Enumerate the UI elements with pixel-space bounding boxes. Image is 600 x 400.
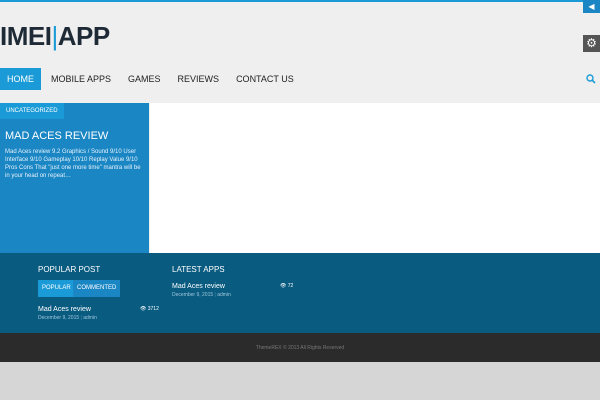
featured-post-excerpt: Mad Aces review 9.2 Graphics / Sound 9/1…	[5, 149, 141, 179]
top-accent-line	[0, 0, 600, 2]
popular-entry-title[interactable]: Mad Aces review	[38, 306, 91, 313]
tab-commented[interactable]: COMMENTED	[73, 280, 121, 297]
latest-entry-date: December 9, 2015	[172, 292, 214, 298]
gear-icon: ⚙	[586, 36, 597, 50]
sound-toggle-button[interactable]: ◀	[583, 0, 600, 13]
latest-entry-views: 👁 72	[280, 283, 293, 289]
eye-icon: 👁	[280, 283, 287, 289]
content-area	[150, 103, 600, 253]
tab-popular[interactable]: POPULAR	[38, 280, 75, 297]
nav-item-games[interactable]: GAMES	[121, 68, 168, 90]
logo-text-app: APP	[57, 21, 110, 51]
popular-views-count: 3712	[147, 306, 159, 312]
page-bottom	[0, 362, 600, 400]
latest-entry-author[interactable]: admin	[217, 292, 231, 298]
popular-entry-meta: December 9, 2015 | admin	[38, 315, 97, 321]
eye-icon: 👁	[140, 306, 147, 312]
popular-entry-date: December 9, 2015	[38, 315, 80, 321]
nav-item-contact-us[interactable]: CONTACT US	[229, 68, 301, 90]
settings-button[interactable]: ⚙	[583, 35, 600, 52]
popular-post-heading: POPULAR POST	[38, 265, 101, 274]
search-icon[interactable]	[586, 74, 596, 84]
speaker-icon: ◀	[588, 2, 595, 11]
latest-views-count: 72	[287, 283, 294, 289]
latest-entry-title[interactable]: Mad Aces review	[172, 283, 225, 290]
popular-entry-views: 👁 3712	[140, 306, 159, 312]
copyright-text: ThemeREX © 2013 All Rights Reserved	[255, 345, 345, 351]
site-logo[interactable]: IMEI|APP	[0, 22, 110, 50]
nav-item-mobile-apps[interactable]: MOBILE APPS	[44, 68, 118, 90]
category-badge[interactable]: UNCATEGORIZED	[0, 103, 64, 119]
logo-text-imei: IMEI	[0, 21, 52, 51]
main-navigation: HOME MOBILE APPS GAMES REVIEWS CONTACT U…	[0, 68, 304, 90]
latest-apps-heading: LATEST APPS	[172, 265, 225, 274]
latest-entry-meta: December 9, 2015 | admin	[172, 292, 231, 298]
nav-item-reviews[interactable]: REVIEWS	[171, 68, 227, 90]
popular-entry-author[interactable]: admin	[83, 315, 97, 321]
nav-item-home[interactable]: HOME	[0, 68, 41, 90]
featured-post-title[interactable]: MAD ACES REVIEW	[5, 130, 108, 142]
